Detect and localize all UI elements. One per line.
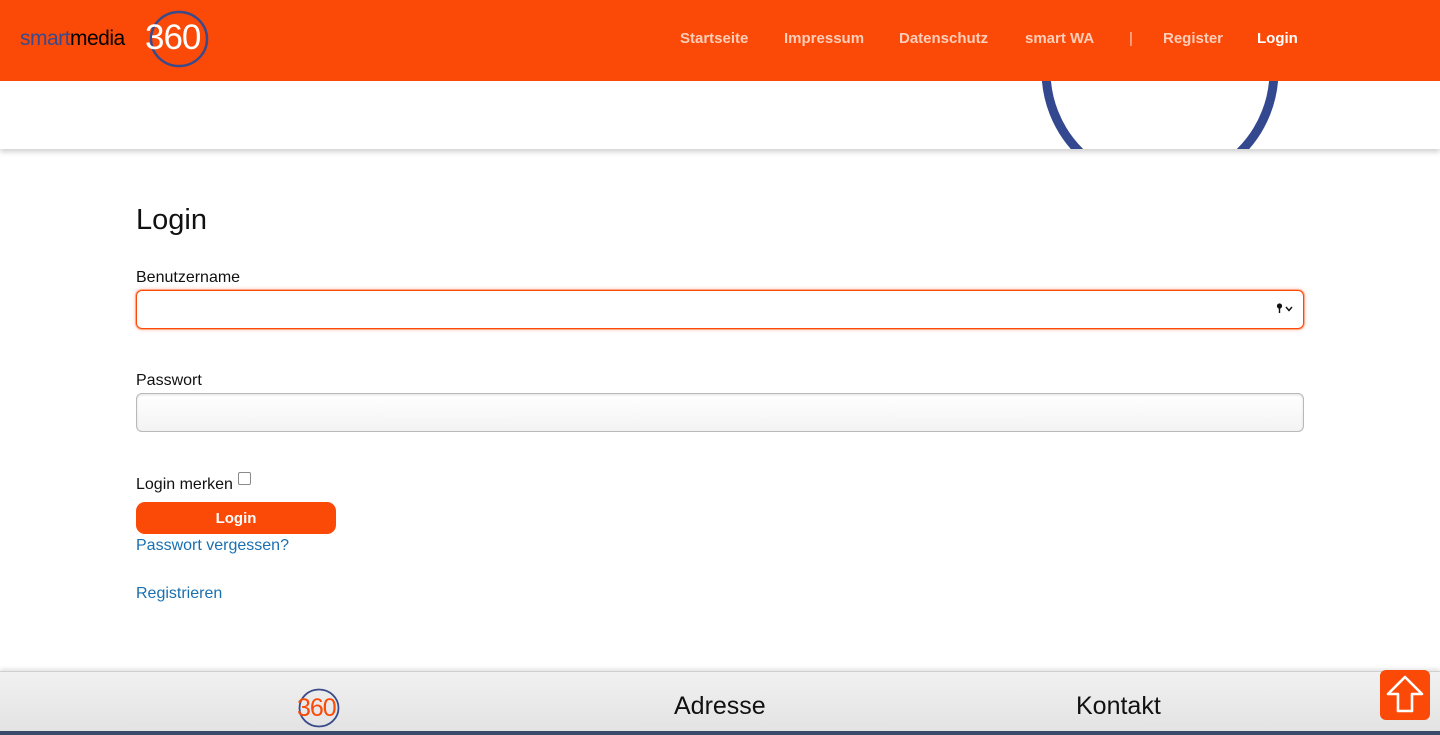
main-nav: Startseite Impressum Datenschutz smart W… (0, 0, 1440, 81)
footer-divider (0, 731, 1440, 735)
nav-item-impressum[interactable]: Impressum (784, 30, 864, 47)
login-button[interactable]: Login (136, 502, 336, 534)
nav-item-login[interactable]: Login (1257, 30, 1298, 47)
nav-item-startseite[interactable]: Startseite (680, 30, 748, 47)
username-field-wrapper (136, 290, 1304, 329)
page-title: Login (136, 204, 207, 236)
hero-circle-graphic (1041, 81, 1279, 149)
username-label: Benutzername (136, 269, 241, 286)
register-link[interactable]: Registrieren (136, 585, 222, 603)
remember-checkbox[interactable] (238, 472, 251, 485)
password-label: Passwort (136, 372, 202, 389)
nav-item-smart-wa[interactable]: smart WA (1025, 30, 1094, 47)
nav-item-register[interactable]: Register (1163, 30, 1223, 47)
scroll-top-button[interactable] (1380, 670, 1430, 720)
site-footer: 360 Adresse Kontakt (0, 671, 1440, 735)
forgot-password-link[interactable]: Passwort vergessen? (136, 537, 289, 555)
arrow-up-icon (1386, 675, 1424, 713)
username-input[interactable] (136, 290, 1304, 329)
key-icon[interactable] (1276, 302, 1294, 316)
nav-item-datenschutz[interactable]: Datenschutz (899, 30, 988, 47)
remember-label: Login merken (136, 476, 233, 493)
footer-address-heading: Adresse (674, 692, 766, 720)
footer-logo-number: 360 (297, 694, 337, 722)
password-input[interactable] (136, 393, 1304, 432)
nav-separator: | (1129, 30, 1133, 47)
hero-banner (0, 81, 1440, 149)
footer-contact-heading: Kontakt (1076, 692, 1161, 720)
site-header: smartmedia 360 Startseite Impressum Date… (0, 0, 1440, 81)
